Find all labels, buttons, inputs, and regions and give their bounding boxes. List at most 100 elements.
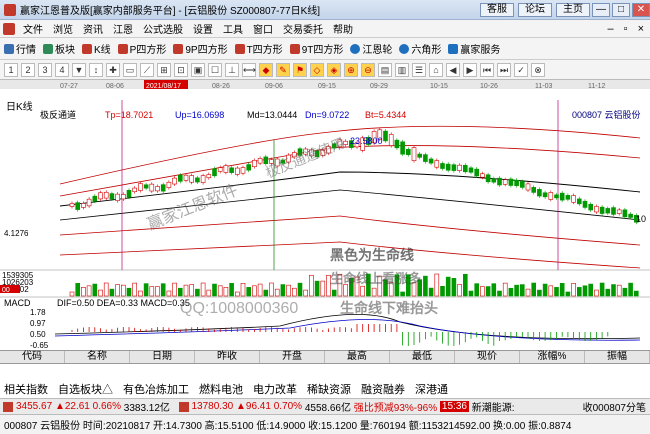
col-date[interactable]: 日期 <box>130 351 195 363</box>
tab-nonferrous[interactable]: 有色冶炼加工 <box>123 381 189 397</box>
drawing-tool-6[interactable]: ↕ <box>89 62 103 77</box>
drawing-tool-30[interactable]: ⏭ <box>497 62 511 77</box>
drawing-tool-2[interactable]: 2 <box>21 62 35 77</box>
drawing-tool-14[interactable]: ⊥ <box>225 62 239 77</box>
maximize-button[interactable]: □ <box>612 2 630 17</box>
toolbar-quotes[interactable]: 行情 <box>4 41 36 56</box>
menu-gann[interactable]: 江恩 <box>108 21 138 36</box>
drawing-tool-16[interactable]: ◆ <box>259 62 273 77</box>
drawing-tool-18[interactable]: ⚑ <box>293 62 307 77</box>
candle-body <box>92 195 98 202</box>
col-prev-close[interactable]: 昨收 <box>195 351 260 363</box>
tab-margin-trading[interactable]: 融资融券 <box>361 381 405 397</box>
drawing-tool-3[interactable]: 3 <box>38 62 52 77</box>
menu-browse[interactable]: 浏览 <box>48 21 78 36</box>
col-name[interactable]: 名称 <box>65 351 130 363</box>
col-price[interactable]: 现价 <box>455 351 520 363</box>
tab-shenzhen-hk[interactable]: 深港通 <box>415 381 448 397</box>
drawing-tool-20[interactable]: ◈ <box>327 62 341 77</box>
drawing-tool-8[interactable]: ▭ <box>123 62 137 77</box>
drawing-tool-26[interactable]: ⌂ <box>429 62 443 77</box>
volume-bar <box>491 283 497 297</box>
homepage-button[interactable]: 主页 <box>556 2 590 17</box>
drawing-tool-11[interactable]: ⊡ <box>174 62 188 77</box>
drawing-tool-21[interactable]: ⊕ <box>344 62 358 77</box>
drawing-tool-15[interactable]: ⟷ <box>242 62 256 77</box>
col-high[interactable]: 最高 <box>325 351 390 363</box>
tab-related-index[interactable]: 相关指数 <box>4 381 48 397</box>
col-change-pct[interactable]: 涨幅% <box>520 351 585 363</box>
col-amplitude[interactable]: 振幅 <box>585 351 650 363</box>
menu-formula[interactable]: 公式选股 <box>138 21 188 36</box>
menu-info[interactable]: 资讯 <box>78 21 108 36</box>
toolbar-t-square[interactable]: T四方形 <box>234 41 283 56</box>
drawing-tool-24[interactable]: ▥ <box>395 62 409 77</box>
candle-body <box>440 163 445 169</box>
toolbar-9p-square[interactable]: 9P四方形 <box>173 41 228 56</box>
menu-tools[interactable]: 工具 <box>218 21 248 36</box>
drawing-tool-23[interactable]: ▤ <box>378 62 392 77</box>
toolbar-hexagon[interactable]: 六角形 <box>399 41 441 56</box>
toolbar-gann-wheel[interactable]: 江恩轮 <box>350 41 392 56</box>
tab-fuel-cell[interactable]: 燃料电池 <box>199 381 243 397</box>
news-label[interactable]: 新潮能源: <box>472 399 515 414</box>
drawing-tool-17[interactable]: ✎ <box>276 62 290 77</box>
toolbar-winner-service[interactable]: 赢家服务 <box>448 41 500 56</box>
forum-button[interactable]: 论坛 <box>518 2 552 17</box>
drawing-tool-7[interactable]: ✚ <box>106 62 120 77</box>
toolbar-9t-square[interactable]: 9T四方形 <box>289 41 344 56</box>
app-menu-icon[interactable] <box>3 22 15 35</box>
drawing-tool-28[interactable]: ▶ <box>463 62 477 77</box>
sub-close-icon[interactable]: × <box>638 23 644 35</box>
candle-body <box>514 179 519 186</box>
drawing-tool-1[interactable]: 1 <box>4 62 18 77</box>
toolbar-9t-square-label: 9T四方形 <box>301 45 344 56</box>
candle-body <box>75 202 80 210</box>
drawing-tool-4[interactable]: 4 <box>55 62 69 77</box>
tab-scarce-resources[interactable]: 稀缺资源 <box>307 381 351 397</box>
col-code[interactable]: 代码 <box>0 351 65 363</box>
close-button[interactable]: ✕ <box>632 2 650 17</box>
drawing-tool-31[interactable]: ✓ <box>514 62 528 77</box>
minimize-button[interactable]: — <box>592 2 610 17</box>
drawing-tool-22[interactable]: ⊖ <box>361 62 375 77</box>
volume-bar <box>246 287 251 297</box>
kline-chart-area[interactable]: 07-27 08-06 2021/08/17 08-26 09-06 09-15 09-29… <box>0 80 650 350</box>
drawing-tool-9[interactable]: ⟋ <box>140 62 154 77</box>
volume-bar <box>343 284 348 297</box>
volume-bar <box>263 289 269 297</box>
sub-minimize-icon[interactable]: – <box>608 23 614 35</box>
kline-chart-svg[interactable]: 07-27 08-06 2021/08/17 08-26 09-06 09-15 09-29… <box>0 80 650 350</box>
volume-bar <box>565 291 571 297</box>
tab-power-reform[interactable]: 电力改革 <box>253 381 297 397</box>
candle-body <box>405 149 411 155</box>
sub-restore-icon[interactable]: ▫ <box>624 23 628 35</box>
drawing-tool-5[interactable]: ▼ <box>72 62 86 77</box>
volume-bar <box>303 289 309 297</box>
drawing-tool-12[interactable]: ▣ <box>191 62 205 77</box>
customer-service-button[interactable]: 客服 <box>480 2 514 17</box>
menu-settings[interactable]: 设置 <box>188 21 218 36</box>
toolbar-p-square[interactable]: P四方形 <box>117 41 166 56</box>
candle-body <box>149 183 155 192</box>
drawing-tool-27[interactable]: ◀ <box>446 62 460 77</box>
toolbar-sectors[interactable]: 板块 <box>43 41 75 56</box>
toolbar-kline[interactable]: K线 <box>82 41 111 56</box>
drawing-tool-32[interactable]: ⊗ <box>531 62 545 77</box>
candle-body <box>246 164 251 171</box>
col-low[interactable]: 最低 <box>390 351 455 363</box>
tab-custom-sector[interactable]: 自选板块△ <box>58 381 113 397</box>
menu-file[interactable]: 文件 <box>18 21 48 36</box>
drawing-tool-25[interactable]: ☰ <box>412 62 426 77</box>
col-open[interactable]: 开盘 <box>260 351 325 363</box>
drawing-tool-29[interactable]: ⏮ <box>480 62 494 77</box>
drawing-tool-10[interactable]: ⊞ <box>157 62 171 77</box>
menu-help[interactable]: 帮助 <box>328 21 358 36</box>
drawing-tool-19[interactable]: ◇ <box>310 62 324 77</box>
menu-trade[interactable]: 交易委托 <box>278 21 328 36</box>
stock-name: 000807 云铝股份 <box>572 109 641 120</box>
drawing-tool-13[interactable]: ☐ <box>208 62 222 77</box>
volume-bar <box>588 283 594 297</box>
menu-window[interactable]: 窗口 <box>248 21 278 36</box>
candle-body <box>474 168 480 177</box>
